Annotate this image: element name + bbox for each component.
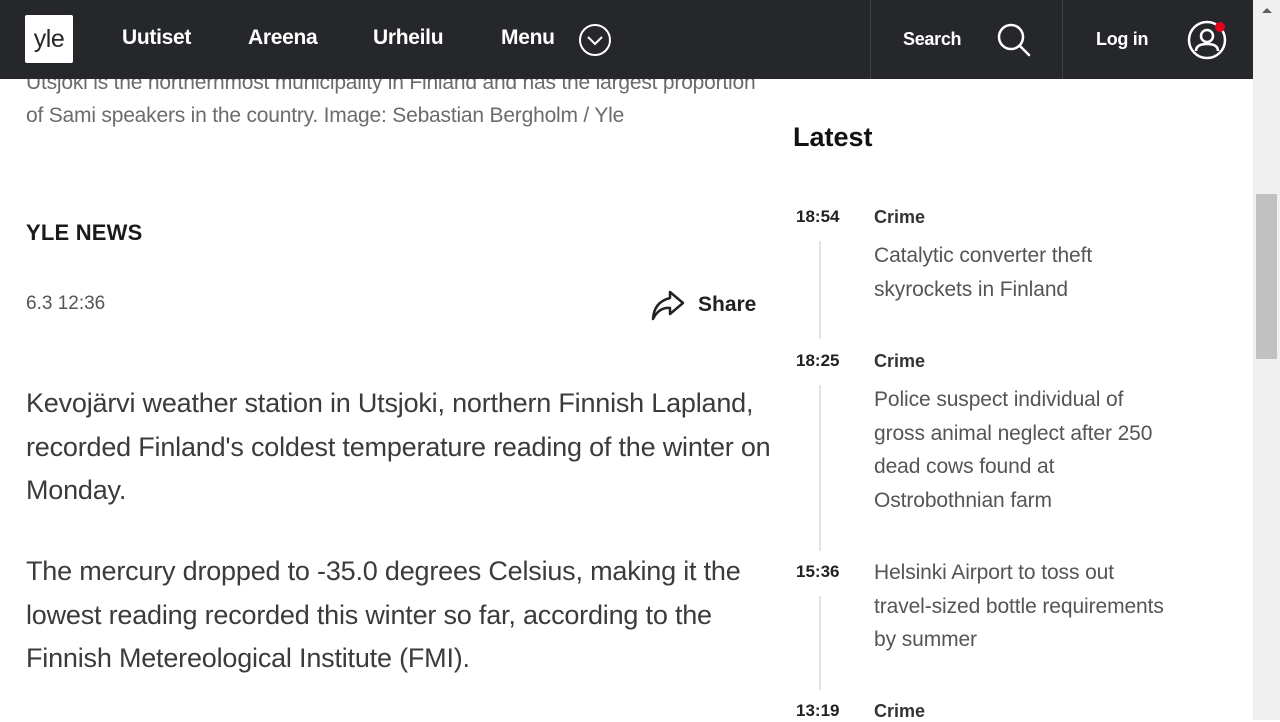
login-label[interactable]: Log in: [1096, 29, 1148, 50]
latest-heading: Latest: [793, 122, 873, 152]
share-icon: [651, 290, 685, 321]
article-paragraph: The mercury dropped to -35.0 degrees Cel…: [26, 556, 741, 673]
chevron-down-icon[interactable]: [578, 23, 612, 57]
scrollbar-thumb[interactable]: [1256, 194, 1277, 359]
timeline-line: [819, 596, 821, 690]
item-headline[interactable]: Catalytic converter theft skyrockets in …: [874, 239, 1174, 306]
user-account-icon[interactable]: [1186, 19, 1228, 61]
scroll-up-arrow-icon[interactable]: [1262, 8, 1272, 13]
item-category[interactable]: Crime: [874, 351, 925, 372]
item-category[interactable]: Crime: [874, 701, 925, 722]
nav-areena[interactable]: Areena: [248, 26, 318, 50]
nav-urheilu[interactable]: Urheilu: [373, 26, 444, 50]
item-time: 13:19: [796, 701, 840, 720]
page-scrollbar[interactable]: [1253, 0, 1280, 720]
article-paragraph: Kevojärvi weather station in Utsjoki, no…: [26, 388, 771, 505]
notification-dot: [1215, 22, 1225, 32]
item-headline[interactable]: Police suspect individual of gross anima…: [874, 383, 1174, 517]
item-time: 18:54: [796, 207, 840, 226]
share-button[interactable]: Share: [650, 288, 756, 322]
article-date: 6.3 12:36: [26, 293, 106, 314]
timeline-line: [819, 241, 821, 339]
item-headline[interactable]: Helsinki Airport to toss out travel-size…: [874, 556, 1174, 657]
share-label: Share: [698, 293, 757, 316]
header-divider: [870, 0, 871, 79]
article-source: YLE NEWS: [26, 220, 143, 245]
nav-uutiset[interactable]: Uutiset: [122, 26, 191, 50]
nav-menu[interactable]: Menu: [501, 26, 555, 50]
search-label[interactable]: Search: [903, 29, 962, 50]
search-icon[interactable]: [995, 21, 1033, 59]
header-divider: [1062, 0, 1063, 79]
item-time: 15:36: [796, 562, 840, 581]
item-category[interactable]: Crime: [874, 207, 925, 228]
timeline-line: [819, 385, 821, 551]
item-time: 18:25: [796, 351, 840, 370]
yle-logo[interactable]: yle: [25, 15, 73, 63]
site-header: yle Uutiset Areena Urheilu Menu Search L…: [0, 0, 1253, 79]
